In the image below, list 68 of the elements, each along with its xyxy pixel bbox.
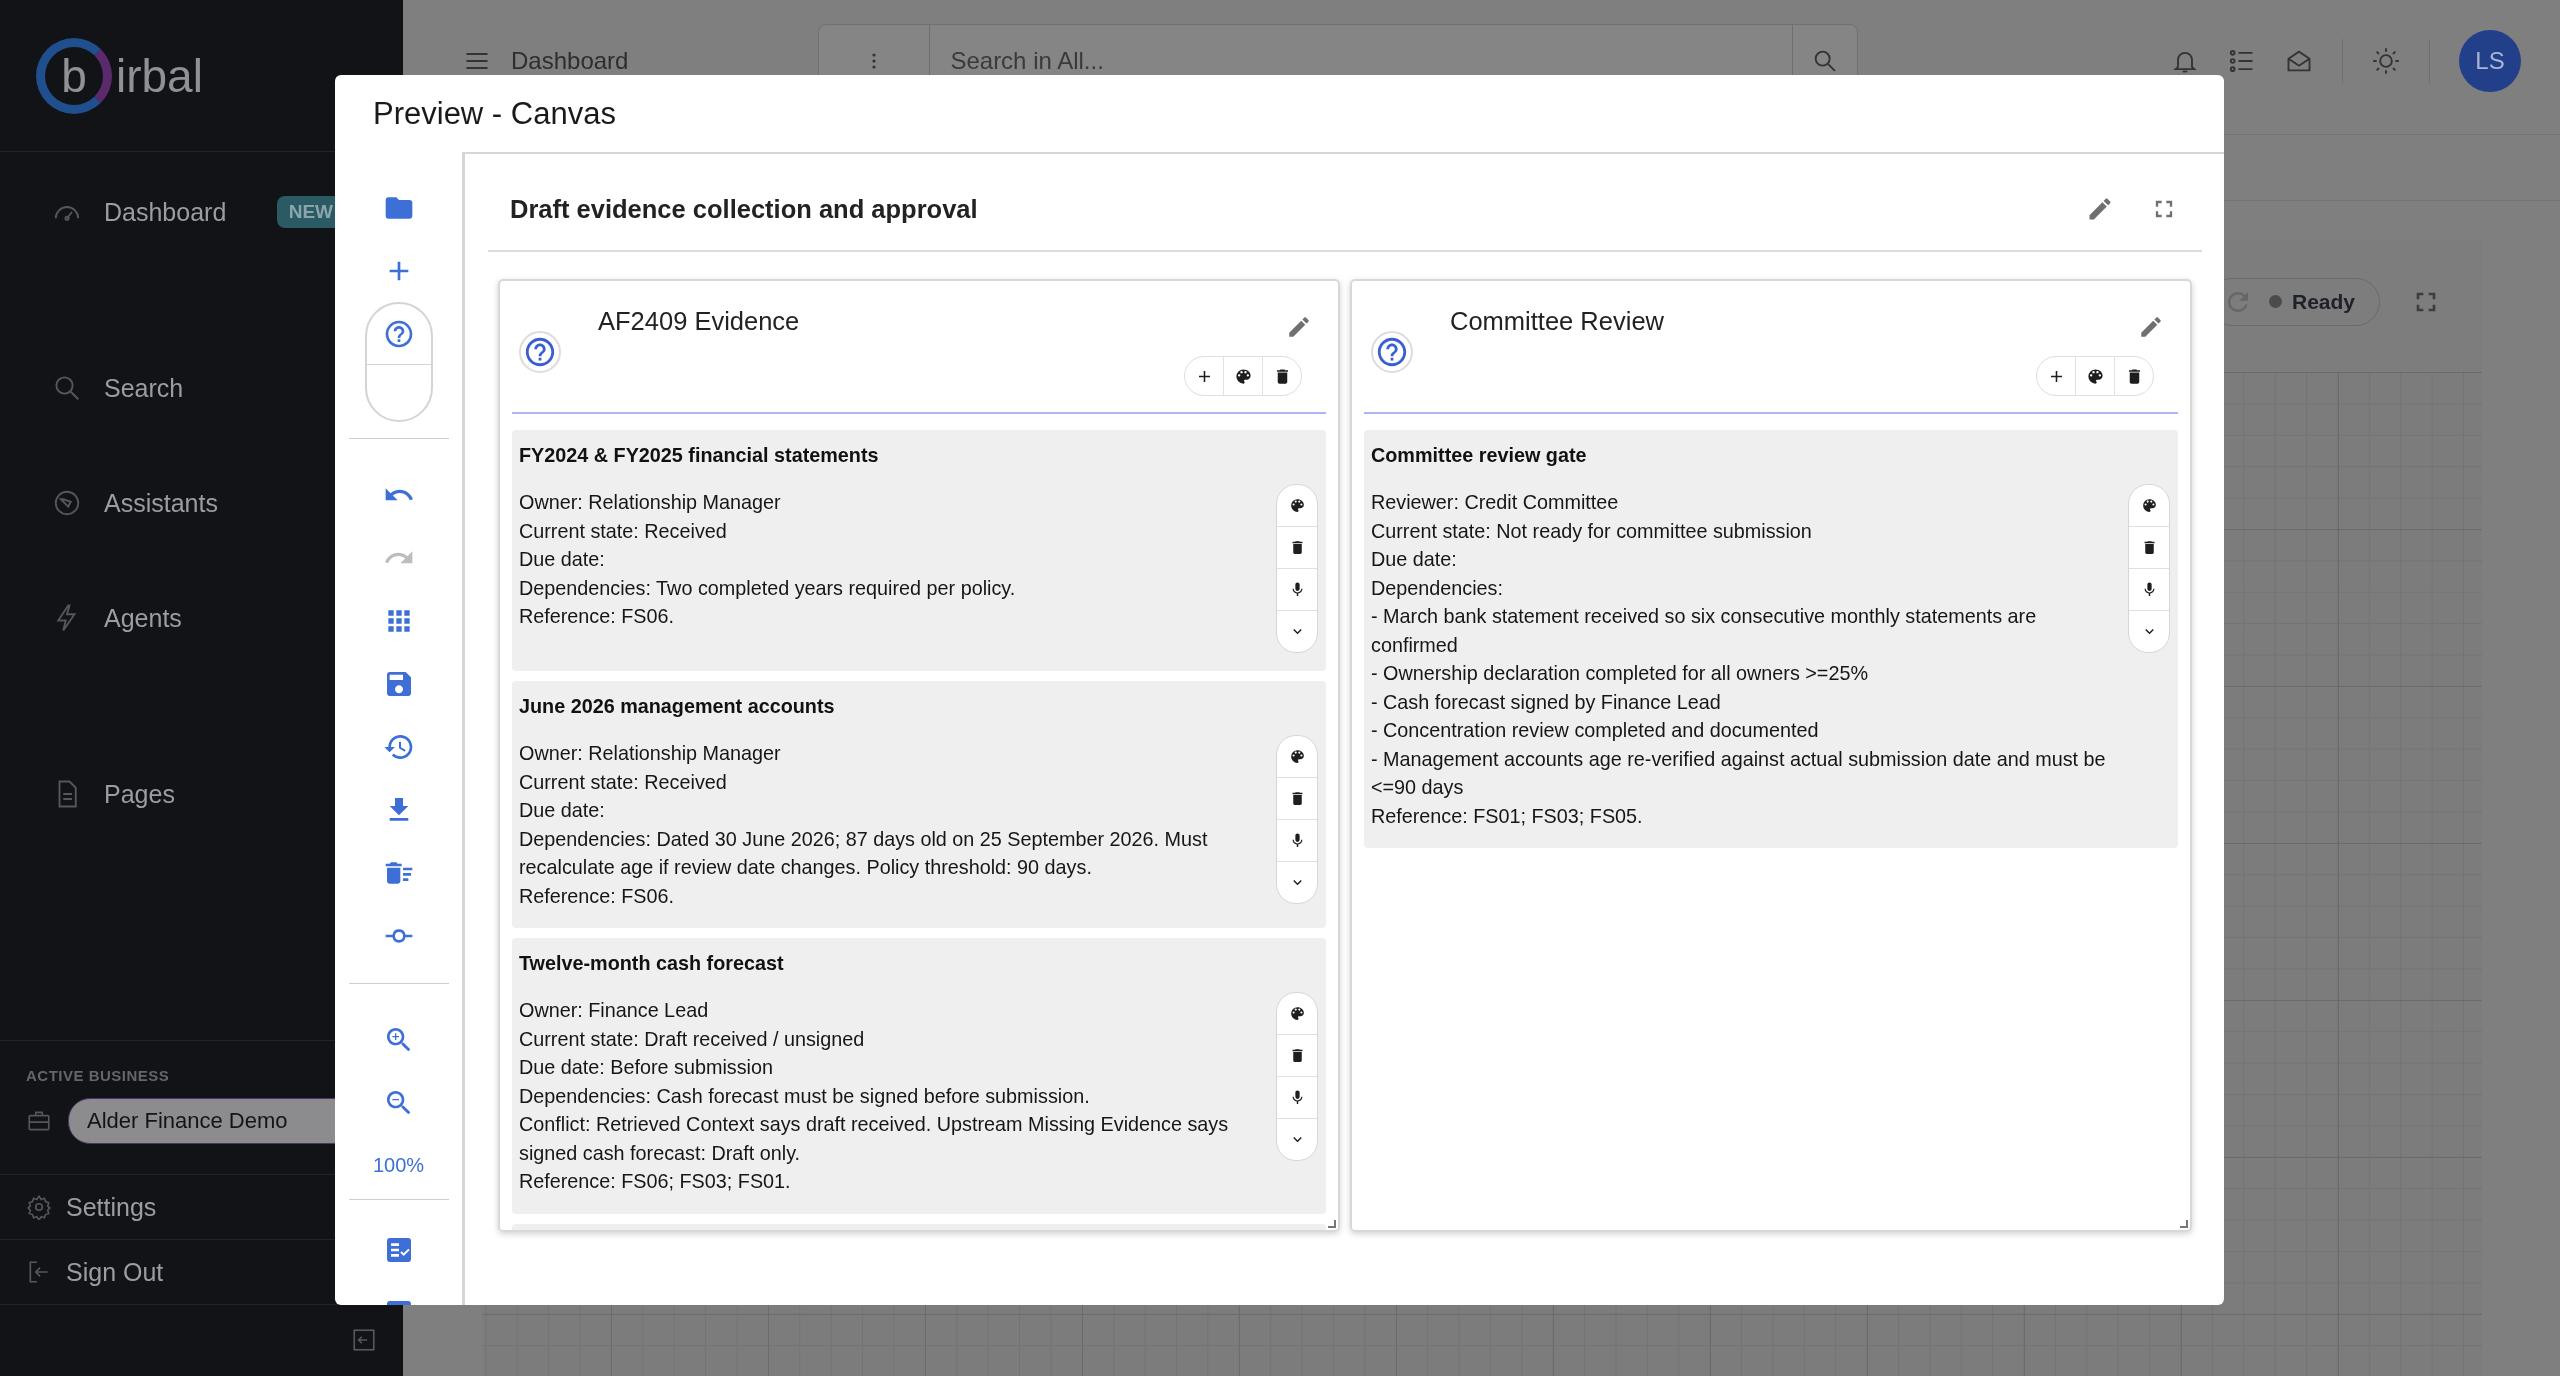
palette-icon [1288, 1005, 1306, 1022]
edit-icon[interactable] [2138, 314, 2164, 340]
column-title: AF2409 Evidence [598, 307, 800, 337]
item-detail: Dependencies: [1371, 575, 1504, 601]
item-detail: Current state: Draft received / unsigned [519, 1026, 866, 1052]
item-detail: Reference: FS06. [519, 883, 676, 909]
palette-icon [2140, 497, 2158, 514]
palette-icon [1288, 497, 1306, 514]
sun-icon[interactable] [2372, 47, 2400, 75]
item-detail: Conflict: Retrieved Context says draft received. Upstream Missing Evidence says signed cash forecast: Draft only. [519, 1112, 1230, 1166]
section-label: ACTIVE BUSINESS [26, 1067, 171, 1084]
help-icon [1375, 335, 1409, 369]
page-title: Dashboard [511, 47, 629, 75]
item-title: FY2024 & FY2025 financial statements [519, 443, 880, 468]
edit-icon[interactable] [1286, 314, 1312, 340]
item-detail: Current state: Received [519, 518, 728, 544]
item-detail: Current state: Received [519, 769, 728, 795]
item-detail: - Cash forecast signed by Finance Lead [1371, 689, 1722, 715]
item-detail: Due date: [1371, 547, 1458, 572]
item-title: Committee review gate [1371, 443, 1588, 468]
item-detail: - Concentration review completed and documented [1371, 718, 1820, 743]
compass-icon [52, 488, 82, 518]
help-icon [523, 335, 557, 369]
item-detail: Due date: Before submission [519, 1055, 774, 1080]
board-title: Draft evidence collection and approval [510, 194, 978, 224]
item-title: Twelve-month cash forecast [519, 951, 785, 976]
palette-icon [1233, 366, 1253, 386]
item-detail: - Ownership declaration completed for all owners >=25% [1371, 661, 1869, 686]
palette-icon [2085, 366, 2105, 386]
status-dot [2268, 295, 2282, 308]
nav-item[interactable]: Search [0, 365, 403, 411]
help-button[interactable] [1371, 331, 1413, 373]
item-detail: Dependencies: Cash forecast must be signed before submission. [519, 1083, 1091, 1109]
item-detail: Dependencies: Dated 30 June 2026; 87 days old on 25 September 2026. Must recalculate age if review date changes. Policy threshold: 90 days. [519, 826, 1209, 880]
zoom-level: 100% [372, 1154, 425, 1177]
item-detail: Owner: Relationship Manager [519, 490, 782, 515]
resize-handle[interactable] [2180, 1220, 2188, 1228]
logo-text: irbal [116, 48, 203, 103]
help-button[interactable] [519, 331, 561, 373]
item-detail: - Management accounts age re-verified against actual submission date and must be <=90 days [1371, 746, 2107, 800]
item-detail: Due date: [519, 547, 606, 572]
item-title: June 2026 management accounts [519, 694, 836, 719]
item-detail: Owner: Relationship Manager [519, 741, 782, 766]
item-detail: Due date: [519, 798, 606, 823]
column-title: Committee Review [1450, 307, 1664, 337]
help-toggle[interactable] [364, 302, 433, 422]
settings-icon [26, 1194, 52, 1220]
search-icon [52, 373, 82, 403]
search-field[interactable]: Search in All... [930, 25, 1793, 97]
nav-item[interactable]: Assistants [0, 480, 403, 526]
collapse-icon[interactable] [351, 1327, 377, 1353]
logo-mark: b [36, 37, 112, 114]
resize-handle[interactable] [1328, 1220, 1336, 1228]
nav-item[interactable]: Pages [0, 771, 403, 817]
item-detail: Current state: Not ready for committee submission [1371, 518, 1813, 544]
avatar[interactable]: LS [2459, 30, 2521, 92]
item-detail: Owner: Finance Lead [519, 998, 710, 1023]
item-detail: Reference: FS06; FS03; FS01. [519, 1169, 792, 1194]
item-detail: Reference: FS06. [519, 604, 676, 629]
dialog-title: Preview - Canvas [372, 94, 617, 133]
item-detail: Reference: FS01; FS03; FS05. [1371, 803, 1644, 829]
item-detail: Reviewer: Credit Committee [1371, 490, 1620, 515]
list-icon[interactable] [2228, 47, 2256, 75]
nav-item[interactable]: Agents [0, 595, 403, 641]
status-text: Ready [2291, 289, 2355, 314]
palette-icon [1288, 748, 1306, 765]
item-detail: - March bank statement received so six consecutive monthly statements are confirmed [1371, 604, 2038, 658]
item-detail: Dependencies: Two completed years required per policy. [519, 575, 1017, 601]
